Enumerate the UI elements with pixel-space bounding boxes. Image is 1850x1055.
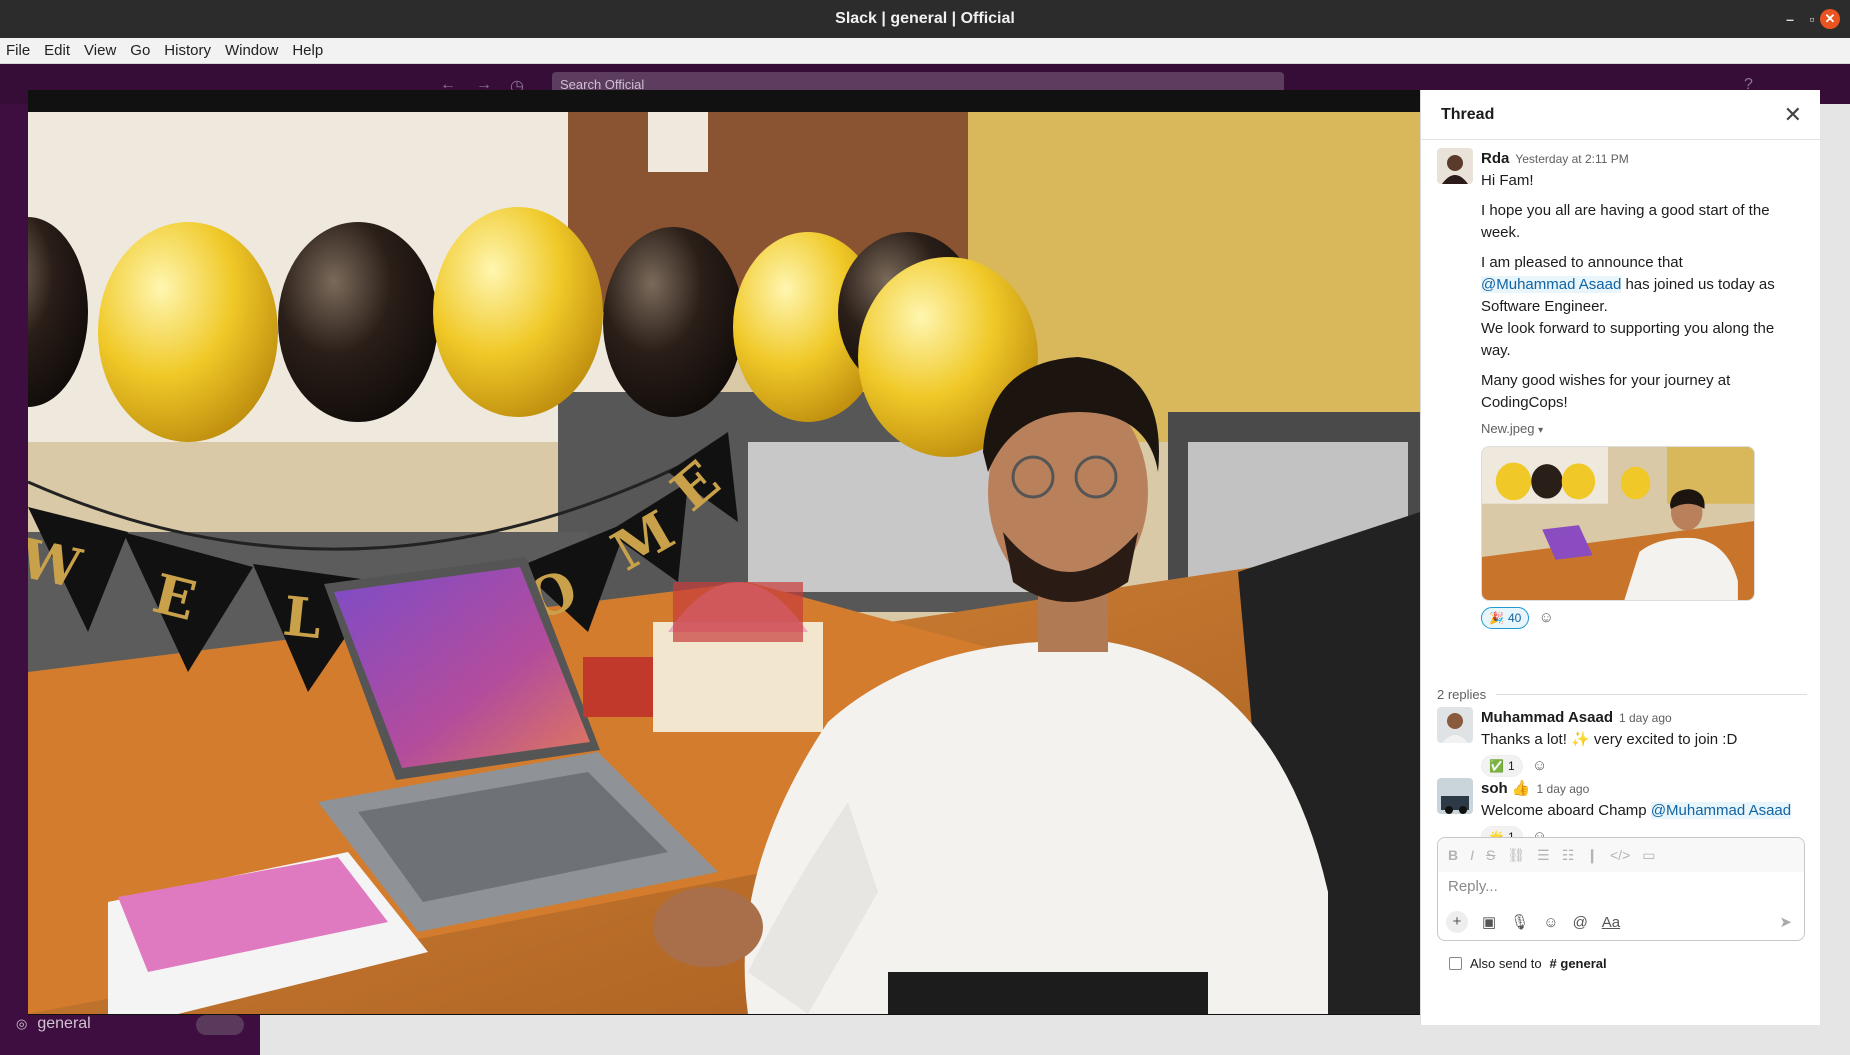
thread-title: Thread: [1441, 105, 1495, 123]
avatar-rda-image: [1437, 148, 1473, 184]
also-send-channel: # general: [1549, 956, 1607, 971]
reply-timestamp[interactable]: 1 day ago: [1619, 711, 1672, 725]
maximize-button[interactable]: ▫: [1802, 9, 1822, 29]
add-reaction-icon[interactable]: ☺: [1529, 755, 1551, 777]
also-send-checkbox[interactable]: [1449, 957, 1462, 970]
menu-help[interactable]: Help: [292, 42, 323, 59]
avatar-soh-image: [1437, 778, 1473, 814]
bulleted-list-icon[interactable]: ☷: [1562, 847, 1575, 864]
avatar[interactable]: [1437, 148, 1473, 184]
menu-view[interactable]: View: [84, 42, 116, 59]
check-mark-emoji: ✅: [1489, 759, 1504, 773]
reaction-check[interactable]: ✅ 1: [1481, 755, 1523, 777]
text-format-icon[interactable]: Aa: [1602, 914, 1620, 931]
reply-composer: B I S ⛓ ☰ ☷ ❙ </> ▭ Reply... + ▣ 🎙 ☺ @ A…: [1437, 837, 1805, 941]
add-attachment-icon[interactable]: +: [1446, 911, 1468, 933]
reply-text-part: Welcome aboard Champ: [1481, 802, 1651, 819]
also-send-label: Also send to: [1470, 956, 1542, 971]
parent-message: Rda Yesterday at 2:11 PM Hi Fam! I hope y…: [1437, 148, 1807, 629]
reply-message: soh 👍 1 day ago Welcome aboard Champ @Muh…: [1437, 778, 1807, 848]
message-paragraph-2: I am pleased to announce that @Muhammad …: [1481, 252, 1807, 318]
thumbnail-image: [1482, 447, 1754, 600]
reaction-count: 1: [1507, 759, 1515, 773]
avatar[interactable]: [1437, 778, 1473, 814]
replies-count: 2 replies: [1437, 687, 1487, 702]
message-paragraph-4: Many good wishes for your journey at Cod…: [1481, 372, 1731, 411]
reactions-row: ✅ 1 ☺: [1481, 755, 1807, 777]
close-window-button[interactable]: ✕: [1820, 9, 1840, 29]
reply-author[interactable]: Muhammad Asaad: [1481, 709, 1613, 726]
reactions-row: 🎉 40 ☺: [1481, 607, 1807, 629]
menu-go[interactable]: Go: [130, 42, 150, 59]
message-author[interactable]: Rda: [1481, 150, 1509, 167]
user-mention[interactable]: @Muhammad Asaad: [1650, 802, 1792, 819]
headphones-icon: ◎: [16, 1016, 28, 1031]
user-mention[interactable]: @Muhammad Asaad: [1481, 276, 1622, 293]
announcement-lead-text: I am pleased to announce that: [1481, 254, 1683, 271]
file-menu-caret-icon[interactable]: ▾: [1538, 425, 1543, 436]
menu-file[interactable]: File: [6, 42, 30, 59]
message-greeting: Hi Fam!: [1481, 172, 1534, 189]
thread-panel: Thread ✕ Rda Yesterday at 2:11 PM Hi Fam!…: [1420, 90, 1820, 1025]
strikethrough-icon[interactable]: S: [1486, 847, 1495, 863]
expanded-photo: W E L C O M E: [28, 112, 1420, 1014]
reply-message: Muhammad Asaad 1 day ago Thanks a lot! ✨ …: [1437, 707, 1807, 777]
reply-body: Muhammad Asaad 1 day ago Thanks a lot! ✨ …: [1481, 707, 1807, 777]
italic-icon[interactable]: I: [1470, 847, 1474, 863]
message-paragraph-1: I hope you all are having a good start o…: [1481, 202, 1770, 241]
reply-text: Welcome aboard Champ @Muhammad Asaad: [1481, 800, 1807, 822]
reply-text-part: Thanks a lot!: [1481, 731, 1572, 748]
minimize-button[interactable]: –: [1780, 9, 1800, 29]
avatar-muhammad-image: [1437, 707, 1473, 743]
file-name: New.jpeg: [1481, 421, 1535, 436]
thread-header: Thread ✕: [1421, 90, 1820, 140]
sidebar-current-channel[interactable]: ◎ general: [16, 1015, 244, 1035]
menu-edit[interactable]: Edit: [44, 42, 70, 59]
reply-text-part: very excited to join :D: [1589, 731, 1738, 748]
ordered-list-icon[interactable]: ☰: [1537, 847, 1550, 864]
emoji-icon[interactable]: ☺: [1543, 914, 1558, 931]
replies-divider: 2 replies: [1437, 687, 1807, 702]
microphone-icon[interactable]: 🎙: [1510, 913, 1529, 931]
message-body: Rda Yesterday at 2:11 PM Hi Fam! I hope y…: [1481, 148, 1807, 629]
add-reaction-icon[interactable]: ☺: [1535, 607, 1557, 629]
menu-history[interactable]: History: [164, 42, 211, 59]
bold-icon[interactable]: B: [1448, 847, 1458, 863]
close-thread-icon[interactable]: ✕: [1784, 102, 1802, 128]
reaction-count: 40: [1507, 611, 1522, 625]
app-window: Slack | general | Official – ▫ ✕ File Ed…: [0, 0, 1850, 1055]
image-thumbnail[interactable]: [1481, 446, 1755, 601]
reply-author[interactable]: soh: [1481, 780, 1508, 797]
file-attachment-label[interactable]: New.jpeg ▾: [1481, 418, 1807, 442]
message-paragraph-3: We look forward to supporting you along …: [1481, 320, 1775, 359]
image-viewer: W E L C O M E: [28, 90, 1420, 1015]
welcome-photo-image: W E L C O M E: [28, 112, 1420, 1014]
banner-letter-l: L: [280, 584, 324, 652]
window-title: Slack | general | Official: [835, 10, 1015, 27]
mention-icon[interactable]: @: [1573, 914, 1588, 931]
composer-tools: + ▣ 🎙 ☺ @ Aa ➤: [1438, 904, 1804, 940]
blockquote-icon[interactable]: ❙: [1586, 847, 1598, 864]
avatar[interactable]: [1437, 707, 1473, 743]
formatting-toolbar: B I S ⛓ ☰ ☷ ❙ </> ▭: [1438, 838, 1804, 872]
also-send-option[interactable]: Also send to # general: [1449, 956, 1607, 971]
reply-timestamp[interactable]: 1 day ago: [1537, 782, 1590, 796]
message-timestamp[interactable]: Yesterday at 2:11 PM: [1515, 152, 1628, 166]
menu-window[interactable]: Window: [225, 42, 278, 59]
link-icon[interactable]: ⛓: [1507, 847, 1525, 864]
thumbs-up-emoji: 👍: [1511, 780, 1531, 797]
huddle-toggle[interactable]: [196, 1015, 244, 1035]
code-icon[interactable]: </>: [1610, 847, 1630, 863]
title-bar: Slack | general | Official – ▫ ✕: [0, 0, 1850, 38]
reply-text: Thanks a lot! ✨ very excited to join :D: [1481, 729, 1807, 751]
sidebar-channel-label: general: [37, 1015, 91, 1032]
send-icon[interactable]: ➤: [1779, 913, 1792, 931]
reaction-party[interactable]: 🎉 40: [1481, 607, 1530, 629]
code-block-icon[interactable]: ▭: [1642, 847, 1655, 864]
sparkles-emoji: ✨: [1571, 731, 1590, 748]
reply-input[interactable]: Reply...: [1438, 872, 1804, 904]
party-popper-emoji: 🎉: [1489, 611, 1504, 625]
menu-bar: File Edit View Go History Window Help: [0, 38, 1850, 64]
video-clip-icon[interactable]: ▣: [1482, 913, 1496, 931]
